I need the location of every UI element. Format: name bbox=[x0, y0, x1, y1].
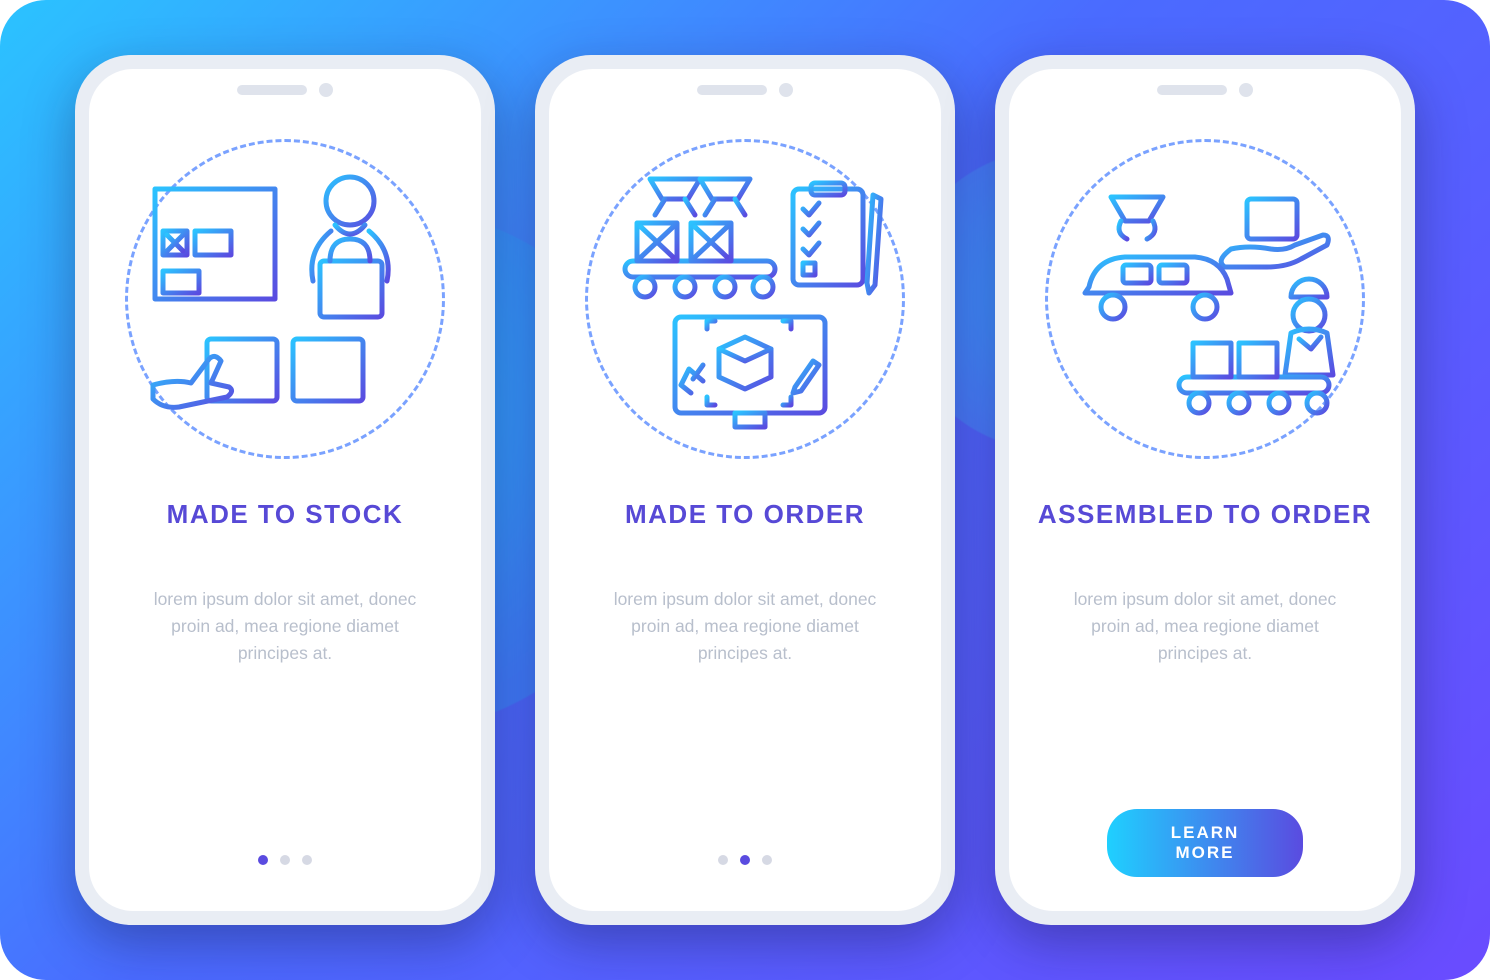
pager-dot[interactable] bbox=[718, 855, 728, 865]
page-indicator bbox=[718, 855, 772, 865]
pager-dot[interactable] bbox=[762, 855, 772, 865]
phone-frame: MADE TO STOCK lorem ipsum dolor sit amet… bbox=[75, 55, 495, 925]
speaker-icon bbox=[1157, 85, 1227, 95]
cta-wrap: LEARN MORE bbox=[1107, 809, 1303, 877]
dashed-circle bbox=[1045, 139, 1365, 459]
pager-dot[interactable] bbox=[280, 855, 290, 865]
camera-icon bbox=[1239, 83, 1253, 97]
illustration-slot bbox=[575, 129, 915, 469]
phone-notch bbox=[237, 83, 333, 97]
speaker-icon bbox=[237, 85, 307, 95]
phone-screen[interactable]: ASSEMBLED TO ORDER lorem ipsum dolor sit… bbox=[1009, 69, 1401, 911]
camera-icon bbox=[319, 83, 333, 97]
made-to-order-icon bbox=[595, 149, 895, 449]
page-indicator bbox=[258, 855, 312, 865]
dashed-circle bbox=[585, 139, 905, 459]
pager-dot[interactable] bbox=[302, 855, 312, 865]
learn-more-button[interactable]: LEARN MORE bbox=[1107, 809, 1303, 877]
onboarding-heading: MADE TO ORDER bbox=[625, 499, 865, 530]
phone-notch bbox=[1157, 83, 1253, 97]
dashed-circle bbox=[125, 139, 445, 459]
assembled-to-order-icon bbox=[1055, 149, 1355, 449]
pager-dot[interactable] bbox=[740, 855, 750, 865]
illustration-slot bbox=[115, 129, 455, 469]
phone-row: MADE TO STOCK lorem ipsum dolor sit amet… bbox=[0, 0, 1490, 980]
onboarding-body: lorem ipsum dolor sit amet, donec proin … bbox=[89, 586, 481, 667]
onboarding-body: lorem ipsum dolor sit amet, donec proin … bbox=[1009, 586, 1401, 667]
phone-frame: MADE TO ORDER lorem ipsum dolor sit amet… bbox=[535, 55, 955, 925]
phone-screen[interactable]: MADE TO STOCK lorem ipsum dolor sit amet… bbox=[89, 69, 481, 911]
onboarding-heading: ASSEMBLED TO ORDER bbox=[1038, 499, 1372, 530]
speaker-icon bbox=[697, 85, 767, 95]
phone-screen[interactable]: MADE TO ORDER lorem ipsum dolor sit amet… bbox=[549, 69, 941, 911]
phone-notch bbox=[697, 83, 793, 97]
stage-background: MADE TO STOCK lorem ipsum dolor sit amet… bbox=[0, 0, 1490, 980]
pager-dot[interactable] bbox=[258, 855, 268, 865]
onboarding-body: lorem ipsum dolor sit amet, donec proin … bbox=[549, 586, 941, 667]
made-to-stock-icon bbox=[135, 149, 435, 449]
camera-icon bbox=[779, 83, 793, 97]
illustration-slot bbox=[1035, 129, 1375, 469]
onboarding-heading: MADE TO STOCK bbox=[167, 499, 404, 530]
phone-frame: ASSEMBLED TO ORDER lorem ipsum dolor sit… bbox=[995, 55, 1415, 925]
